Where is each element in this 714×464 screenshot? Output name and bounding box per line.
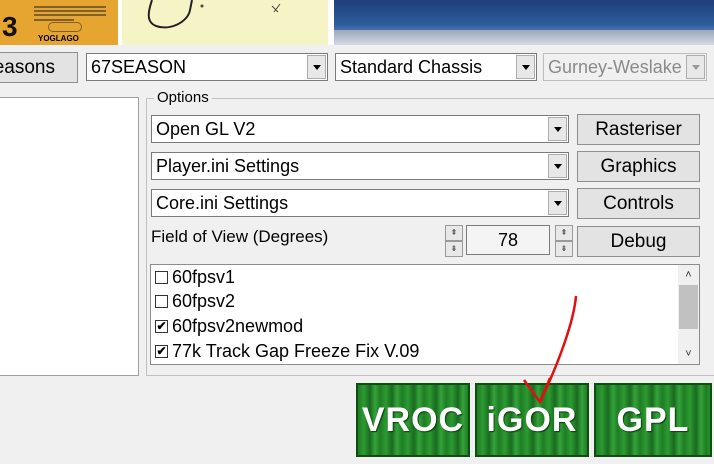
- mod-label: 60fpsv1: [172, 266, 236, 287]
- chevron-down-icon[interactable]: [548, 154, 567, 178]
- gpl-button[interactable]: GPL: [594, 383, 712, 457]
- chevron-down-icon[interactable]: [548, 117, 567, 141]
- list-item[interactable]: ✔ 60fpsv2newmod: [155, 314, 303, 338]
- chevron-down-icon: [686, 55, 705, 79]
- poster-text-line: [34, 14, 106, 16]
- core-ini-select-value: Core.ini Settings: [156, 192, 289, 213]
- list-item[interactable]: 60fpsv1: [155, 265, 235, 289]
- chassis-select-value: Standard Chassis: [340, 56, 483, 77]
- chevron-down-icon[interactable]: [307, 55, 326, 79]
- car-photo: [334, 0, 714, 45]
- season-select-value: 67SEASON: [91, 56, 187, 77]
- scroll-up-icon[interactable]: ˄: [678, 265, 699, 285]
- chevron-down-icon[interactable]: [516, 55, 535, 79]
- chevron-down-icon[interactable]: [548, 191, 567, 215]
- options-group-title: Options: [154, 89, 212, 106]
- chassis-select[interactable]: Standard Chassis: [335, 53, 537, 81]
- rasteriser-button[interactable]: Rasteriser: [577, 114, 700, 145]
- debug-button[interactable]: Debug: [577, 226, 700, 257]
- checkbox[interactable]: ✔: [155, 319, 168, 333]
- poster-number: 3: [2, 11, 18, 42]
- renderer-select-value: Open GL V2: [156, 118, 256, 139]
- header-image-strip: 3 YOGLAGO: [0, 0, 714, 45]
- checkbox[interactable]: [155, 270, 168, 284]
- checkbox[interactable]: ✔: [155, 344, 168, 358]
- season-poster-image: 3 YOGLAGO: [0, 0, 118, 45]
- poster-text-line: [34, 10, 106, 12]
- spin-down-icon[interactable]: ⇟: [445, 241, 463, 257]
- renderer-select[interactable]: Open GL V2: [151, 115, 569, 143]
- track-outline-icon: [147, 0, 281, 29]
- spin-down-icon[interactable]: ⇟: [555, 241, 573, 257]
- mod-label: 60fpsv2: [172, 290, 236, 311]
- scroll-down-icon[interactable]: ˅: [678, 344, 699, 364]
- engine-select: Gurney-Weslake: [543, 53, 707, 81]
- spin-up-icon[interactable]: ⇞: [445, 225, 463, 241]
- list-item[interactable]: ✔ 77k Track Gap Freeze Fix V.09: [155, 339, 419, 363]
- player-ini-select-value: Player.ini Settings: [156, 155, 300, 176]
- season-list-panel[interactable]: [0, 97, 139, 376]
- fov-spinner-right[interactable]: ⇞ ⇟: [555, 225, 573, 257]
- fov-label: Field of View (Degrees): [151, 227, 329, 246]
- player-ini-select[interactable]: Player.ini Settings: [151, 152, 569, 180]
- graphics-button[interactable]: Graphics: [577, 151, 700, 182]
- poster-brand: YOGLAGO: [38, 34, 79, 43]
- poster-text-line: [34, 6, 106, 8]
- core-ini-select[interactable]: Core.ini Settings: [151, 189, 569, 217]
- mods-checklist[interactable]: 60fpsv1 60fpsv2 ✔ 60fpsv2newmod ✔ 77k Tr…: [150, 264, 700, 365]
- engine-select-value: Gurney-Weslake: [548, 56, 682, 77]
- poster-crest: [48, 22, 82, 32]
- annotation-arrow-icon: [522, 295, 578, 405]
- mod-label: 77k Track Gap Freeze Fix V.09: [172, 340, 420, 361]
- vroc-button[interactable]: VROC: [356, 383, 470, 457]
- list-item[interactable]: 60fpsv2: [155, 289, 235, 313]
- track-map-image: [122, 0, 328, 45]
- photo-road: [334, 30, 714, 45]
- mods-scrollbar[interactable]: ˄ ˅: [678, 265, 699, 364]
- checkbox[interactable]: [155, 294, 168, 308]
- controls-button[interactable]: Controls: [577, 188, 700, 219]
- fov-spinner-left[interactable]: ⇞ ⇟: [445, 225, 463, 257]
- fov-value[interactable]: 78: [466, 225, 550, 255]
- seasons-button[interactable]: easons: [0, 52, 78, 83]
- poster-text-line: [34, 19, 74, 21]
- season-select[interactable]: 67SEASON: [86, 53, 328, 81]
- scroll-thumb[interactable]: [679, 285, 698, 329]
- spin-up-icon[interactable]: ⇞: [555, 225, 573, 241]
- mod-label: 60fpsv2newmod: [172, 315, 304, 336]
